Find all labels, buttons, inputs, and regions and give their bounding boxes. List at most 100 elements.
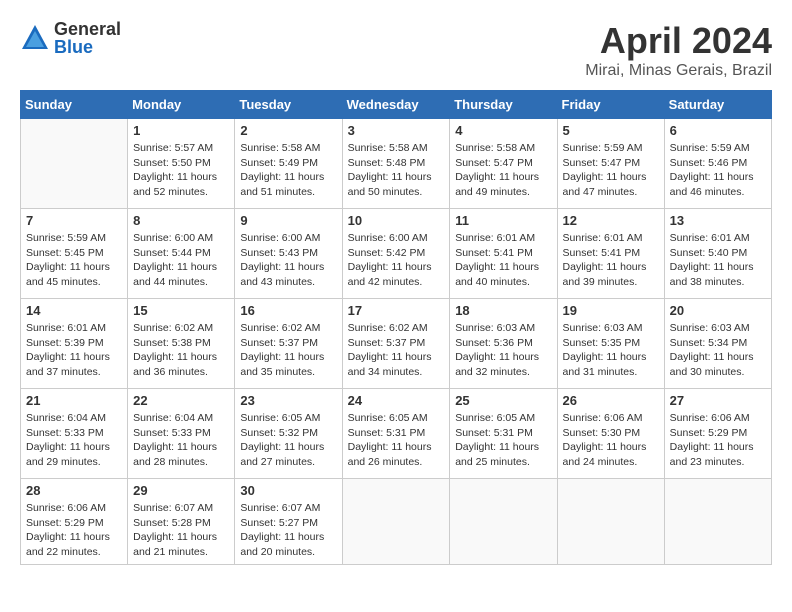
calendar-cell: [450, 479, 557, 565]
day-number: 11: [455, 213, 551, 228]
day-info: Sunrise: 6:01 AMSunset: 5:41 PMDaylight:…: [455, 231, 551, 290]
calendar-cell: 17Sunrise: 6:02 AMSunset: 5:37 PMDayligh…: [342, 299, 450, 389]
day-number: 19: [563, 303, 659, 318]
calendar-header-friday: Friday: [557, 91, 664, 119]
calendar-header-sunday: Sunday: [21, 91, 128, 119]
day-number: 7: [26, 213, 122, 228]
calendar-week-4: 21 Sunrise: 6:04 AMSunset: 5:33 PMDayligh…: [21, 389, 772, 479]
page-header: General Blue April 2024 Mirai, Minas Ger…: [20, 20, 772, 80]
day-number: 26: [563, 393, 659, 408]
calendar-cell: 23 Sunrise: 6:05 AMSunset: 5:32 PMDayligh…: [235, 389, 342, 479]
day-number: 21: [26, 393, 122, 408]
day-number: 4: [455, 123, 551, 138]
calendar-cell: 3 Sunrise: 5:58 AMSunset: 5:48 PMDaylight…: [342, 119, 450, 209]
calendar-header-row: SundayMondayTuesdayWednesdayThursdayFrid…: [21, 91, 772, 119]
calendar-cell: 1 Sunrise: 5:57 AMSunset: 5:50 PMDaylight…: [128, 119, 235, 209]
calendar-cell: [342, 479, 450, 565]
calendar-header-saturday: Saturday: [664, 91, 771, 119]
day-info: Sunrise: 5:58 AMSunset: 5:49 PMDaylight:…: [240, 141, 336, 200]
day-info: Sunrise: 6:07 AMSunset: 5:27 PMDaylight:…: [240, 501, 336, 560]
day-number: 23: [240, 393, 336, 408]
day-number: 6: [670, 123, 766, 138]
day-number: 2: [240, 123, 336, 138]
day-info: Sunrise: 6:00 AMSunset: 5:43 PMDaylight:…: [240, 231, 336, 290]
day-number: 14: [26, 303, 122, 318]
calendar-cell: 20 Sunrise: 6:03 AMSunset: 5:34 PMDayligh…: [664, 299, 771, 389]
calendar-week-2: 7 Sunrise: 5:59 AMSunset: 5:45 PMDaylight…: [21, 209, 772, 299]
day-number: 15: [133, 303, 229, 318]
calendar-header-thursday: Thursday: [450, 91, 557, 119]
logo-text: General Blue: [54, 20, 121, 56]
day-info: Sunrise: 6:03 AMSunset: 5:34 PMDaylight:…: [670, 321, 766, 380]
day-info: Sunrise: 6:01 AMSunset: 5:40 PMDaylight:…: [670, 231, 766, 290]
day-info: Sunrise: 6:04 AMSunset: 5:33 PMDaylight:…: [26, 411, 122, 470]
calendar-cell: 24Sunrise: 6:05 AMSunset: 5:31 PMDayligh…: [342, 389, 450, 479]
calendar-cell: 22Sunrise: 6:04 AMSunset: 5:33 PMDayligh…: [128, 389, 235, 479]
calendar-cell: 21 Sunrise: 6:04 AMSunset: 5:33 PMDayligh…: [21, 389, 128, 479]
day-info: Sunrise: 5:57 AMSunset: 5:50 PMDaylight:…: [133, 141, 229, 200]
logo-general: General: [54, 20, 121, 38]
calendar-cell: 16 Sunrise: 6:02 AMSunset: 5:37 PMDayligh…: [235, 299, 342, 389]
day-info: Sunrise: 6:02 AMSunset: 5:37 PMDaylight:…: [240, 321, 336, 380]
calendar-cell: 12Sunrise: 6:01 AMSunset: 5:41 PMDayligh…: [557, 209, 664, 299]
day-number: 22: [133, 393, 229, 408]
day-number: 3: [348, 123, 445, 138]
calendar-cell: 13 Sunrise: 6:01 AMSunset: 5:40 PMDayligh…: [664, 209, 771, 299]
day-number: 16: [240, 303, 336, 318]
calendar-cell: 30 Sunrise: 6:07 AMSunset: 5:27 PMDayligh…: [235, 479, 342, 565]
day-number: 25: [455, 393, 551, 408]
logo-blue: Blue: [54, 38, 121, 56]
calendar-cell: 10Sunrise: 6:00 AMSunset: 5:42 PMDayligh…: [342, 209, 450, 299]
day-info: Sunrise: 5:59 AMSunset: 5:46 PMDaylight:…: [670, 141, 766, 200]
day-info: Sunrise: 5:58 AMSunset: 5:47 PMDaylight:…: [455, 141, 551, 200]
day-number: 1: [133, 123, 229, 138]
day-number: 5: [563, 123, 659, 138]
day-info: Sunrise: 6:03 AMSunset: 5:36 PMDaylight:…: [455, 321, 551, 380]
calendar-header-tuesday: Tuesday: [235, 91, 342, 119]
calendar-cell: 2 Sunrise: 5:58 AMSunset: 5:49 PMDaylight…: [235, 119, 342, 209]
calendar-cell: [557, 479, 664, 565]
day-number: 30: [240, 483, 336, 498]
day-number: 18: [455, 303, 551, 318]
calendar-header-monday: Monday: [128, 91, 235, 119]
calendar-cell: 19 Sunrise: 6:03 AMSunset: 5:35 PMDayligh…: [557, 299, 664, 389]
day-info: Sunrise: 6:05 AMSunset: 5:32 PMDaylight:…: [240, 411, 336, 470]
day-number: 17: [348, 303, 445, 318]
day-info: Sunrise: 5:59 AMSunset: 5:45 PMDaylight:…: [26, 231, 122, 290]
day-number: 29: [133, 483, 229, 498]
day-info: Sunrise: 5:59 AMSunset: 5:47 PMDaylight:…: [563, 141, 659, 200]
day-number: 12: [563, 213, 659, 228]
calendar-week-1: 1 Sunrise: 5:57 AMSunset: 5:50 PMDaylight…: [21, 119, 772, 209]
calendar-cell: [21, 119, 128, 209]
calendar-cell: 15 Sunrise: 6:02 AMSunset: 5:38 PMDayligh…: [128, 299, 235, 389]
day-info: Sunrise: 6:00 AMSunset: 5:44 PMDaylight:…: [133, 231, 229, 290]
day-number: 9: [240, 213, 336, 228]
day-info: Sunrise: 6:05 AMSunset: 5:31 PMDaylight:…: [455, 411, 551, 470]
calendar-week-5: 28 Sunrise: 6:06 AMSunset: 5:29 PMDayligh…: [21, 479, 772, 565]
location: Mirai, Minas Gerais, Brazil: [585, 62, 772, 80]
calendar-cell: 9 Sunrise: 6:00 AMSunset: 5:43 PMDaylight…: [235, 209, 342, 299]
calendar-cell: 8 Sunrise: 6:00 AMSunset: 5:44 PMDaylight…: [128, 209, 235, 299]
day-info: Sunrise: 6:06 AMSunset: 5:29 PMDaylight:…: [26, 501, 122, 560]
calendar-cell: 6 Sunrise: 5:59 AMSunset: 5:46 PMDaylight…: [664, 119, 771, 209]
calendar-cell: 7 Sunrise: 5:59 AMSunset: 5:45 PMDaylight…: [21, 209, 128, 299]
day-info: Sunrise: 6:05 AMSunset: 5:31 PMDaylight:…: [348, 411, 445, 470]
day-number: 13: [670, 213, 766, 228]
month-title: April 2024: [585, 20, 772, 62]
calendar-cell: 11 Sunrise: 6:01 AMSunset: 5:41 PMDayligh…: [450, 209, 557, 299]
calendar-week-3: 14 Sunrise: 6:01 AMSunset: 5:39 PMDayligh…: [21, 299, 772, 389]
day-number: 20: [670, 303, 766, 318]
day-info: Sunrise: 5:58 AMSunset: 5:48 PMDaylight:…: [348, 141, 445, 200]
day-info: Sunrise: 6:03 AMSunset: 5:35 PMDaylight:…: [563, 321, 659, 380]
day-number: 8: [133, 213, 229, 228]
calendar-cell: 26Sunrise: 6:06 AMSunset: 5:30 PMDayligh…: [557, 389, 664, 479]
day-number: 27: [670, 393, 766, 408]
day-info: Sunrise: 6:01 AMSunset: 5:39 PMDaylight:…: [26, 321, 122, 380]
day-info: Sunrise: 6:00 AMSunset: 5:42 PMDaylight:…: [348, 231, 445, 290]
calendar-cell: 14 Sunrise: 6:01 AMSunset: 5:39 PMDayligh…: [21, 299, 128, 389]
calendar-cell: 25 Sunrise: 6:05 AMSunset: 5:31 PMDayligh…: [450, 389, 557, 479]
day-info: Sunrise: 6:02 AMSunset: 5:38 PMDaylight:…: [133, 321, 229, 380]
day-number: 28: [26, 483, 122, 498]
day-info: Sunrise: 6:07 AMSunset: 5:28 PMDaylight:…: [133, 501, 229, 560]
title-block: April 2024 Mirai, Minas Gerais, Brazil: [585, 20, 772, 80]
